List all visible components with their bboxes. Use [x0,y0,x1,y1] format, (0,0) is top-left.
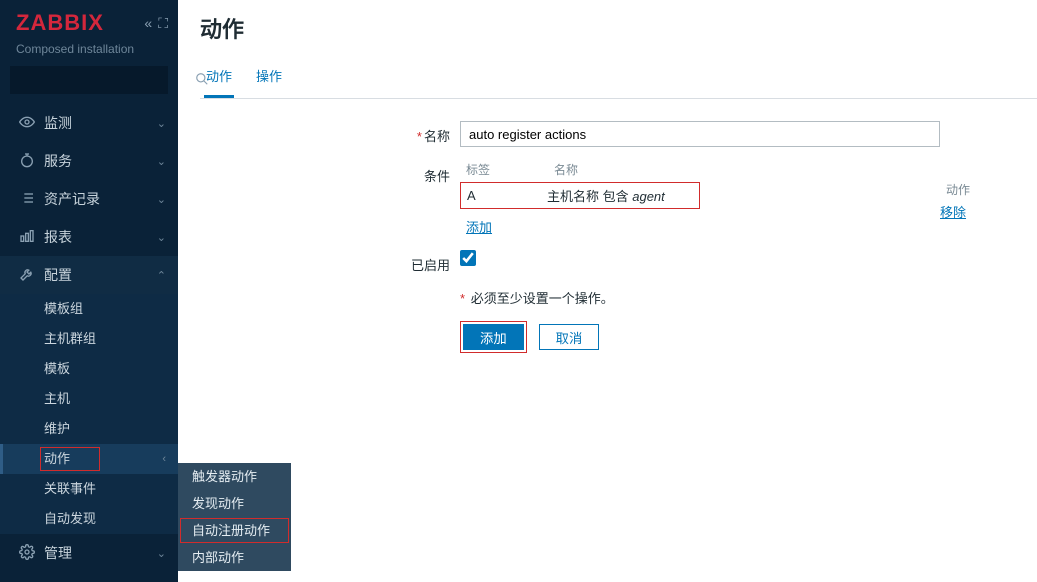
chevron-down-icon: ⌄ [157,193,166,206]
nav-config[interactable]: 配置 ⌃ [0,256,178,294]
fly-autoreg-actions[interactable]: 自动注册动作 [178,517,291,544]
chevron-down-icon: ⌄ [157,117,166,130]
nav-inventory[interactable]: 资产记录 ⌄ [0,180,178,218]
eye-icon [16,114,38,133]
list-icon [16,190,38,209]
chevron-down-icon: ⌄ [157,547,166,560]
nav-admin[interactable]: 管理 ⌄ [0,534,178,572]
search-box[interactable] [10,66,168,94]
condition-row: A 主机名称 包含 agent [460,182,700,209]
nav-config-label: 配置 [44,265,157,285]
col-name: 名称 [554,161,940,178]
sub-discovery[interactable]: 自动发现 [0,504,178,534]
fly-trigger-actions[interactable]: 触发器动作 [178,463,291,490]
logo: ZABBIX [16,10,138,36]
sub-maintenance[interactable]: 维护 [0,414,178,444]
chevron-down-icon: ⌄ [157,231,166,244]
cancel-button[interactable]: 取消 [539,324,600,350]
col-tag: 标签 [466,161,554,178]
sub-templates[interactable]: 模板 [0,354,178,384]
label-enabled: 已启用 [400,250,460,274]
sub-actions-label: 动作 [44,451,70,466]
nav-reports-label: 报表 [44,227,157,247]
fly-discovery-actions[interactable]: 发现动作 [178,490,291,517]
actions-flyout: 触发器动作 发现动作 自动注册动作 内部动作 [178,463,291,571]
sub-host-groups[interactable]: 主机群组 [0,324,178,354]
main-content: 动作 动作 操作 *名称 条件 标签 名称 [178,0,1037,582]
nav-services-label: 服务 [44,151,157,171]
nav-reports[interactable]: 报表 ⌄ [0,218,178,256]
page-title: 动作 [200,12,1037,44]
sidebar: ZABBIX « ⛶ Composed installation 监测 ⌄ 服务… [0,0,178,582]
nav-services[interactable]: 服务 ⌄ [0,142,178,180]
sub-actions[interactable]: 动作 ‹ [0,444,178,474]
sub-correlation[interactable]: 关联事件 [0,474,178,504]
nav-monitor[interactable]: 监测 ⌄ [0,104,178,142]
condition-name: 主机名称 包含 agent [547,186,693,205]
nav-admin-label: 管理 [44,543,157,563]
stopwatch-icon [16,152,38,171]
install-subtitle: Composed installation [0,42,178,66]
chevron-left-icon: ‹ [162,444,166,474]
remove-condition-link[interactable]: 移除 [940,205,966,220]
tabs: 动作 操作 [200,58,1037,99]
validation-message: * 必须至少设置一个操作。 [460,288,614,307]
sub-tpl-groups[interactable]: 模板组 [0,294,178,324]
add-button[interactable]: 添加 [463,324,524,350]
col-action: 动作 [946,181,1004,198]
chevron-down-icon: ⌄ [157,155,166,168]
expand-icon[interactable]: ⛶ [158,15,168,32]
nav-inventory-label: 资产记录 [44,189,157,209]
search-icon[interactable] [195,72,209,89]
gear-icon [16,544,38,563]
chevron-up-icon: ⌃ [157,269,166,282]
label-name: *名称 [400,121,460,145]
name-input[interactable] [460,121,940,147]
condition-tag: A [467,188,547,203]
collapse-icon[interactable]: « [144,15,152,31]
nav-monitor-label: 监测 [44,113,157,133]
bar-chart-icon [16,228,38,247]
fly-internal-actions[interactable]: 内部动作 [178,544,291,571]
sub-hosts[interactable]: 主机 [0,384,178,414]
tab-operation[interactable]: 操作 [254,58,284,98]
enabled-checkbox[interactable] [460,250,476,266]
config-submenu: 模板组 主机群组 模板 主机 维护 动作 ‹ 关联事件 自动发现 [0,294,178,534]
label-conditions: 条件 [400,161,460,185]
search-input[interactable] [18,73,195,88]
wrench-icon [16,266,38,285]
action-form: *名称 条件 标签 名称 A 主机名称 包含 age [200,99,1037,353]
add-condition-link[interactable]: 添加 [466,220,492,235]
